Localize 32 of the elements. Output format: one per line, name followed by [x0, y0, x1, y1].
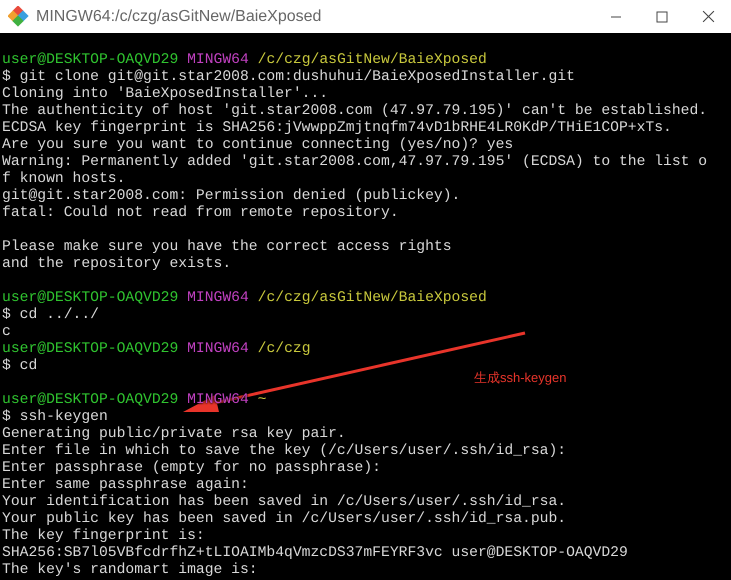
output-line: SHA256:SB7l05VBfcdrfhZ+tLIOAIMb4qVmzcDS37mFEYRF3vc user@DESKTOP-OAQVD29 [2, 545, 629, 562]
output-line: c [2, 324, 12, 341]
prompt-line: user@DESKTOP-OAQVD29 MINGW64 /c/czg/asGitNew/BaieXposed [2, 290, 488, 307]
output-line: ECDSA key fingerprint is SHA256:jVwwppZmjtnqfm74vD1bRHE4LR0KdP/THiE1COP+xTs. [2, 120, 673, 137]
maximize-icon [656, 10, 668, 22]
output-line: Enter file in which to save the key (/c/Users/user/.ssh/id_rsa): [2, 443, 568, 460]
output-line: and the repository exists. [2, 256, 232, 273]
annotation-text: 生成ssh-keygen [474, 369, 566, 387]
output-line: git@git.star2008.com: Permission denied (publickey). [2, 188, 462, 205]
output-line: $ cd [2, 358, 38, 375]
output-line: Your identification has been saved in /c/Users/user/.ssh/id_rsa. [2, 494, 568, 511]
output-line: The key's randomart image is: [2, 562, 259, 579]
close-icon [702, 10, 714, 23]
output-line: The authenticity of host 'git.star2008.com (47.97.79.195)' can't be established. [2, 103, 708, 120]
output-line: Cloning into 'BaieXposedInstaller'... [2, 86, 330, 103]
app-icon [8, 6, 30, 28]
output-line: $ git clone git@git.star2008.com:dushuhui/BaieXposedInstaller.git [2, 69, 576, 86]
output-line: f known hosts. [2, 171, 126, 188]
prompt-line: user@DESKTOP-OAQVD29 MINGW64 /c/czg/asGitNew/BaieXposed [2, 52, 488, 69]
output-line: $ ssh-keygen [2, 409, 109, 426]
output-line: Warning: Permanently added 'git.star2008.com,47.97.79.195' (ECDSA) to the list o [2, 154, 708, 171]
output-line: Enter same passphrase again: [2, 477, 250, 494]
output-line: Generating public/private rsa key pair. [2, 426, 347, 443]
output-line: fatal: Could not read from remote repository. [2, 205, 400, 222]
output-line: $ cd ../../ [2, 307, 100, 324]
output-line: Please make sure you have the correct access rights [2, 239, 453, 256]
window-title: MINGW64:/c/czg/asGitNew/BaieXposed [36, 6, 322, 26]
output-line: Are you sure you want to continue connecting (yes/no)? yes [2, 137, 514, 154]
prompt-line: user@DESKTOP-OAQVD29 MINGW64 /c/czg [2, 341, 312, 358]
output-line: Your public key has been saved in /c/Users/user/.ssh/id_rsa.pub. [2, 511, 568, 528]
output-line: The key fingerprint is: [2, 528, 206, 545]
output-line: Enter passphrase (empty for no passphrase): [2, 460, 382, 477]
